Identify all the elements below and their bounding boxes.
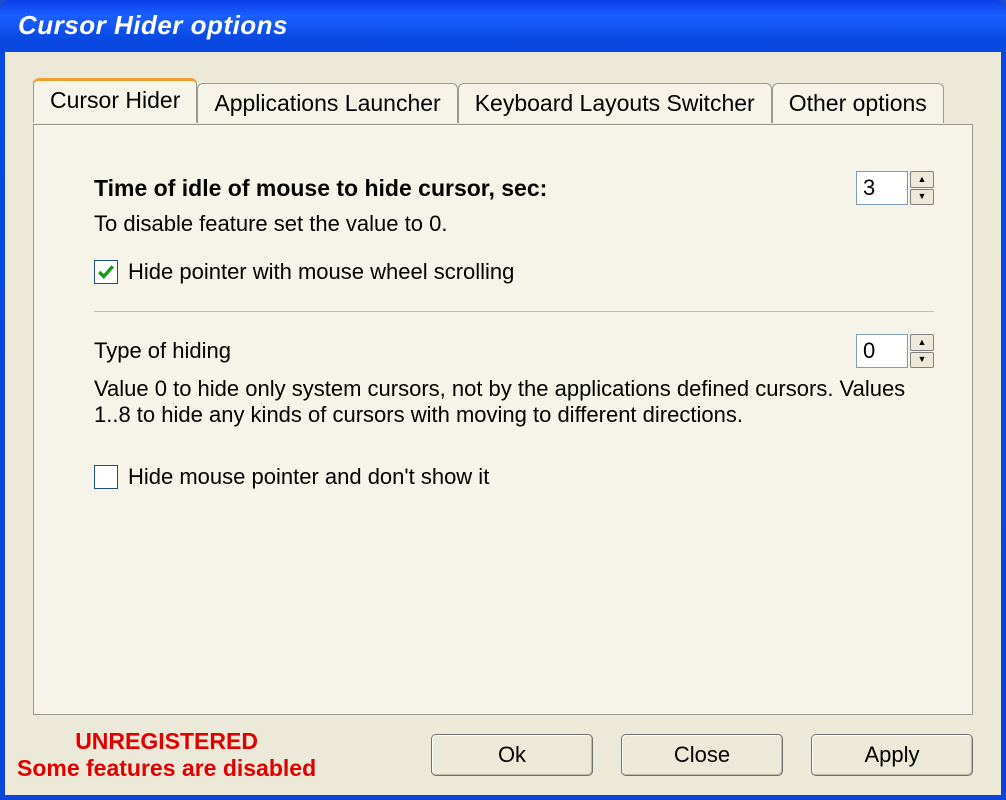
unregistered-line1: UNREGISTERED bbox=[17, 728, 316, 756]
unregistered-notice: UNREGISTERED Some features are disabled bbox=[17, 728, 316, 783]
type-down-button[interactable]: ▼ bbox=[910, 352, 934, 369]
hide-wheel-row: Hide pointer with mouse wheel scrolling bbox=[94, 259, 934, 285]
window: Cursor Hider options Cursor Hider Applic… bbox=[0, 0, 1006, 800]
type-of-hiding-label: Type of hiding bbox=[94, 338, 231, 364]
ok-button[interactable]: Ok bbox=[431, 734, 593, 776]
idle-time-down-button[interactable]: ▼ bbox=[910, 189, 934, 206]
tab-applications-launcher[interactable]: Applications Launcher bbox=[197, 83, 457, 123]
type-up-button[interactable]: ▲ bbox=[910, 334, 934, 351]
client-area: Cursor Hider Applications Launcher Keybo… bbox=[5, 52, 1001, 795]
tab-strip: Cursor Hider Applications Launcher Keybo… bbox=[33, 82, 944, 123]
type-of-hiding-help: Value 0 to hide only system cursors, not… bbox=[94, 376, 934, 428]
type-of-hiding-spinner: ▲ ▼ bbox=[856, 334, 934, 368]
hide-wheel-label: Hide pointer with mouse wheel scrolling bbox=[128, 259, 514, 285]
tab-cursor-hider[interactable]: Cursor Hider bbox=[33, 78, 197, 123]
separator bbox=[94, 311, 934, 312]
hide-always-row: Hide mouse pointer and don't show it bbox=[94, 464, 934, 490]
tab-label: Applications Launcher bbox=[214, 90, 440, 116]
hide-always-label: Hide mouse pointer and don't show it bbox=[128, 464, 489, 490]
tab-other-options[interactable]: Other options bbox=[772, 83, 944, 123]
tab-keyboard-layouts-switcher[interactable]: Keyboard Layouts Switcher bbox=[458, 83, 772, 123]
type-of-hiding-row: Type of hiding ▲ ▼ bbox=[94, 334, 934, 368]
window-title: Cursor Hider options bbox=[0, 0, 1006, 52]
checkmark-icon bbox=[97, 263, 115, 281]
hide-always-checkbox[interactable] bbox=[94, 465, 118, 489]
idle-time-help: To disable feature set the value to 0. bbox=[94, 211, 934, 237]
idle-time-input[interactable] bbox=[856, 171, 908, 205]
tab-label: Cursor Hider bbox=[50, 87, 180, 113]
dialog-footer: UNREGISTERED Some features are disabled … bbox=[17, 728, 973, 783]
apply-button[interactable]: Apply bbox=[811, 734, 973, 776]
unregistered-line2: Some features are disabled bbox=[17, 755, 316, 783]
tab-label: Keyboard Layouts Switcher bbox=[475, 90, 755, 116]
idle-time-label: Time of idle of mouse to hide cursor, se… bbox=[94, 175, 547, 202]
idle-time-spinner: ▲ ▼ bbox=[856, 171, 934, 205]
idle-time-up-button[interactable]: ▲ bbox=[910, 171, 934, 188]
tab-panel-cursor-hider: Time of idle of mouse to hide cursor, se… bbox=[33, 124, 973, 715]
hide-wheel-checkbox[interactable] bbox=[94, 260, 118, 284]
type-of-hiding-input[interactable] bbox=[856, 334, 908, 368]
tab-label: Other options bbox=[789, 90, 927, 116]
close-button[interactable]: Close bbox=[621, 734, 783, 776]
idle-time-row: Time of idle of mouse to hide cursor, se… bbox=[94, 171, 934, 205]
button-bar: Ok Close Apply bbox=[431, 734, 973, 776]
